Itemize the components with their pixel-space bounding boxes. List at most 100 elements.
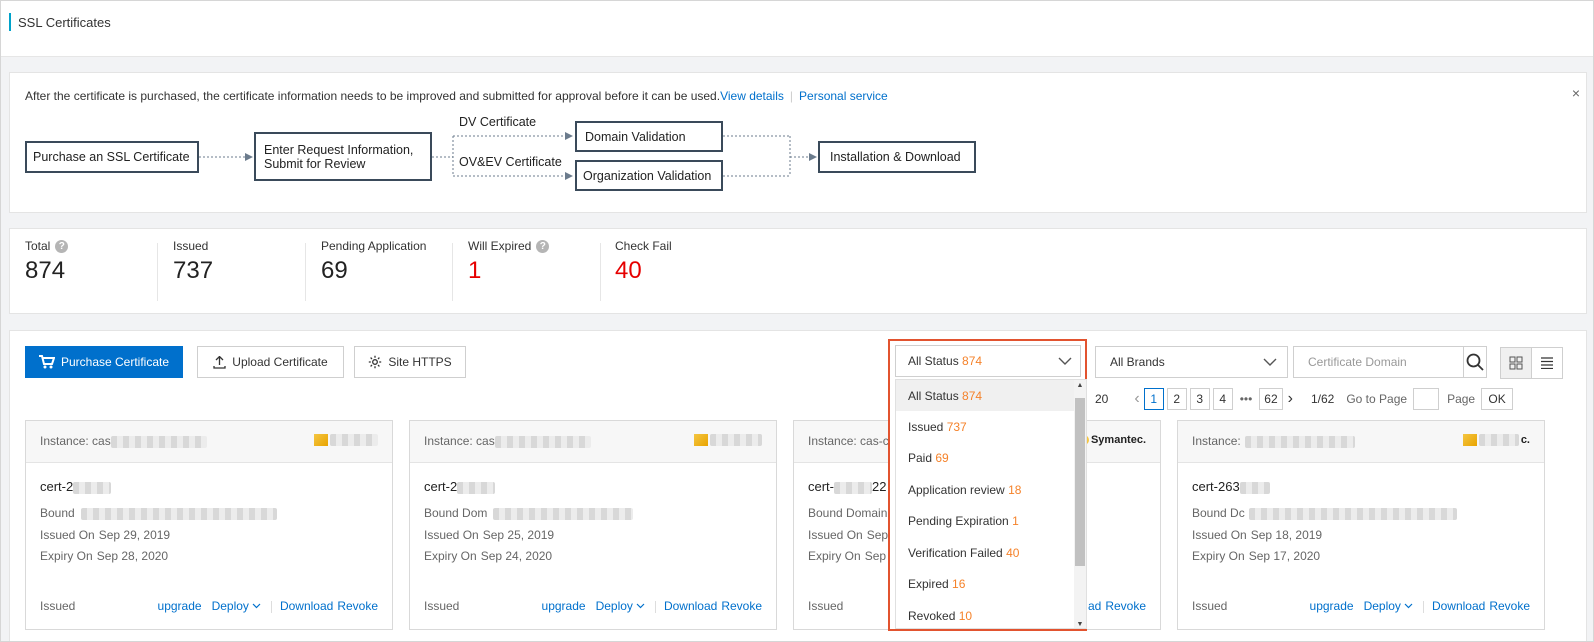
card-cert-name[interactable]: cert- 22 (808, 479, 886, 494)
status-option[interactable]: Pending Expiration 1 (896, 505, 1076, 536)
dv-certificate-label: DV Certificate (459, 115, 537, 129)
cert-name-text: cert- (808, 479, 834, 494)
revoke-link[interactable]: Revoke (721, 599, 762, 613)
flow-step-organization-validation: Organization Validation (575, 160, 723, 191)
revoke-link[interactable]: Revoke (1489, 599, 1530, 613)
issued-on-label: Issued On (808, 528, 863, 542)
status-option[interactable]: Revoked 10 (896, 600, 1076, 628)
page-4-button[interactable]: 4 (1212, 388, 1233, 410)
grid-view-button[interactable] (1500, 347, 1532, 379)
status-option-count: 10 (958, 608, 973, 623)
certificate-card: Instance: c. cert-263 Bound Dc Issued On… (1177, 420, 1545, 630)
status-option-label: Application review (908, 482, 1005, 497)
revoke-link[interactable]: Revoke (1105, 599, 1146, 613)
flow-step-installation: Installation & Download (818, 141, 976, 173)
stat-divider (600, 243, 601, 301)
process-notice-panel: After the certificate is purchased, the … (9, 72, 1587, 213)
redacted-value (1244, 435, 1355, 448)
deploy-dropdown[interactable]: Deploy (596, 599, 645, 613)
status-option-count: 16 (952, 576, 966, 591)
stat-pending[interactable]: Pending Application 69 (321, 239, 426, 299)
expiry-on-value: Sep 17, 2020 (1248, 549, 1321, 563)
cert-name-tail: 22 (872, 479, 887, 494)
chevron-down-icon (252, 603, 261, 609)
stat-check-fail[interactable]: Check Fail 40 (615, 239, 672, 299)
card-header: Instance: cas (410, 421, 776, 463)
card-expiry-on: Expiry On Sep 24, 2020 (424, 549, 552, 563)
card-instance: Instance: cas-cr (808, 434, 893, 448)
upload-certificate-button[interactable]: Upload Certificate (197, 346, 344, 378)
help-icon[interactable]: ? (536, 239, 550, 253)
download-link[interactable]: Download (1432, 599, 1485, 613)
card-footer: Issued upgrade Deploy Download Revoke (40, 599, 378, 617)
brand-filter-select[interactable]: All Brands (1095, 346, 1288, 378)
prev-page-icon[interactable]: ‹ (1134, 390, 1139, 408)
card-issued-on: Issued On Sep 25, 2019 (424, 528, 554, 542)
stat-will-expired[interactable]: Will Expired? 1 (468, 239, 550, 299)
status-option[interactable]: Paid 69 (896, 442, 1076, 473)
brand-logo: c. (1462, 434, 1530, 446)
card-footer: Issued upgrade Deploy Download Revoke (1192, 599, 1530, 617)
status-option[interactable]: All Status 874 (896, 380, 1076, 411)
status-option-count: 1 (1012, 513, 1019, 528)
issued-on-label: Issued On (40, 528, 95, 542)
purchase-certificate-button[interactable]: Purchase Certificate (25, 346, 183, 378)
cert-name-text: cert-2 (40, 479, 74, 494)
pagination: 20 ‹ 1 2 3 4 ••• 62 › 1/62 Go to Page Pa… (1095, 388, 1516, 410)
card-actions: upgrade Deploy Download Revoke (542, 599, 762, 613)
status-option[interactable]: Verification Failed 40 (896, 537, 1076, 568)
status-options-menu: All Status 874 Issued 737 Paid 69 Applic… (895, 379, 1087, 629)
download-link[interactable]: Download (664, 599, 717, 613)
status-option[interactable]: Expired 16 (896, 568, 1076, 599)
card-instance: Instance: cas (424, 434, 591, 448)
brand-filter-value: All Brands (1110, 355, 1165, 369)
issued-on-label: Issued On (1192, 528, 1247, 542)
deploy-dropdown[interactable]: Deploy (212, 599, 261, 613)
go-to-page-input[interactable] (1413, 388, 1440, 410)
menu-scrollbar[interactable]: ▲ ▼ (1074, 380, 1086, 628)
status-option-label: Expired (908, 576, 949, 591)
card-cert-name[interactable]: cert-2 (40, 479, 112, 494)
chevron-down-icon (1404, 603, 1413, 609)
card-actions: upgrade Deploy Download Revoke (1310, 599, 1530, 613)
list-view-button[interactable] (1531, 347, 1563, 379)
issued-on-value: Sep 29, 2019 (98, 528, 171, 542)
status-filter-select[interactable]: All Status 874 (895, 345, 1081, 377)
upgrade-link[interactable]: upgrade (158, 599, 202, 613)
app-frame: SSL Certificates After the certificate i… (0, 0, 1594, 642)
scroll-up-icon[interactable]: ▲ (1076, 382, 1084, 389)
site-https-button[interactable]: Site HTTPS (354, 346, 466, 378)
status-option[interactable]: Issued 737 (896, 411, 1076, 442)
help-icon[interactable]: ? (55, 239, 69, 253)
card-instance: Instance: cas (40, 434, 207, 448)
scroll-down-icon[interactable]: ▼ (1076, 621, 1084, 628)
upgrade-link[interactable]: upgrade (1310, 599, 1354, 613)
deploy-dropdown[interactable]: Deploy (1364, 599, 1413, 613)
page-3-button[interactable]: 3 (1189, 388, 1210, 410)
card-instance-label: Instance: cas (40, 434, 111, 448)
status-option[interactable]: Application review 18 (896, 474, 1076, 505)
card-instance: Instance: (1192, 434, 1355, 448)
card-cert-name[interactable]: cert-2 (424, 479, 496, 494)
stat-check-fail-value: 40 (615, 257, 642, 284)
scrollbar-thumb[interactable] (1075, 398, 1085, 566)
stat-divider (452, 243, 453, 301)
stat-issued[interactable]: Issued 737 (173, 239, 213, 299)
page-1-button[interactable]: 1 (1143, 388, 1164, 410)
page-62-button[interactable]: 62 (1259, 388, 1283, 410)
download-link[interactable]: Download (280, 599, 333, 613)
card-cert-name[interactable]: cert-263 (1192, 479, 1270, 494)
card-status: Issued (808, 599, 844, 613)
download-link-partial[interactable]: ad (1088, 599, 1101, 613)
close-icon[interactable]: × (1572, 85, 1580, 101)
next-page-icon[interactable]: › (1288, 390, 1293, 408)
page-2-button[interactable]: 2 (1166, 388, 1187, 410)
revoke-link[interactable]: Revoke (337, 599, 378, 613)
ok-button[interactable]: OK (1481, 388, 1514, 410)
upgrade-link[interactable]: upgrade (542, 599, 586, 613)
certificate-domain-search (1293, 346, 1487, 378)
certificate-domain-input[interactable] (1294, 347, 1463, 377)
redacted-value (457, 481, 496, 494)
search-button[interactable] (1463, 347, 1486, 377)
status-option-label: Pending Expiration (908, 513, 1009, 528)
